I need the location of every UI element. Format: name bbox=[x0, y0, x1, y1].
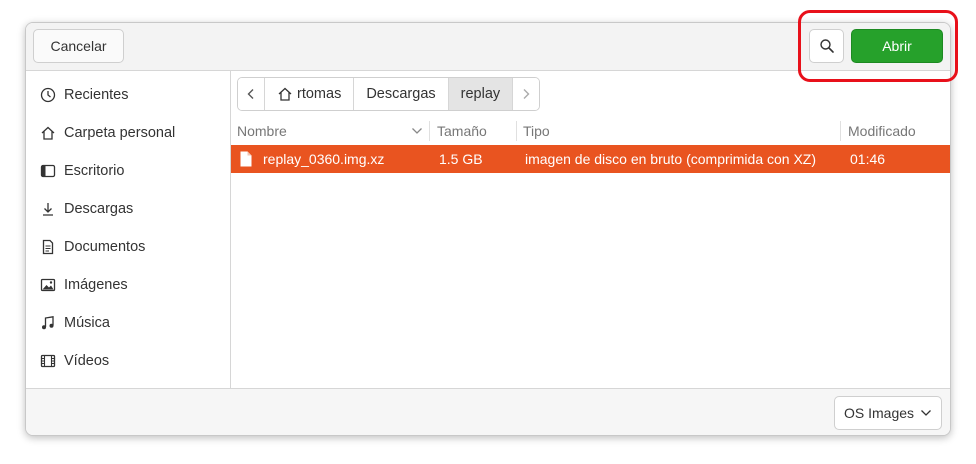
chevron-down-icon bbox=[411, 126, 423, 136]
column-divider bbox=[840, 121, 841, 141]
column-header-label: Modificado bbox=[848, 123, 916, 139]
header-bar: Cancelar Abrir bbox=[26, 23, 950, 71]
file-type: imagen de disco en bruto (comprimida con… bbox=[525, 151, 817, 167]
sidebar-item-label: Carpeta personal bbox=[64, 125, 176, 141]
sidebar-item-recientes[interactable]: Recientes bbox=[26, 76, 230, 114]
desktop-icon bbox=[39, 162, 57, 180]
sidebar-item-carpeta-personal[interactable]: Carpeta personal bbox=[26, 114, 230, 152]
column-header-size[interactable]: Tamaño bbox=[437, 118, 487, 144]
column-headers: Nombre Tamaño Tipo Modificado bbox=[231, 118, 950, 144]
sidebar-item-videos[interactable]: Vídeos bbox=[26, 342, 230, 380]
cancel-button[interactable]: Cancelar bbox=[33, 29, 124, 63]
column-header-label: Tipo bbox=[523, 123, 550, 139]
sidebar-item-label: Imágenes bbox=[64, 277, 128, 293]
home-icon bbox=[39, 124, 57, 142]
home-icon bbox=[277, 86, 293, 102]
music-icon bbox=[39, 314, 57, 332]
sidebar-item-label: Recientes bbox=[64, 87, 129, 103]
file-name: replay_0360.img.xz bbox=[263, 151, 385, 167]
file-modified: 01:46 bbox=[850, 151, 886, 167]
sidebar-item-documentos[interactable]: Documentos bbox=[26, 228, 230, 266]
sidebar-item-label: Documentos bbox=[64, 239, 146, 255]
breadcrumb: rtomas Descargas replay bbox=[237, 77, 541, 111]
image-icon bbox=[39, 276, 57, 294]
download-icon bbox=[39, 200, 57, 218]
column-header-name[interactable]: Nombre bbox=[237, 118, 427, 144]
chevron-right-icon bbox=[521, 88, 531, 100]
search-icon bbox=[819, 38, 835, 54]
filter-label: OS Images bbox=[843, 405, 915, 421]
places-sidebar: Recientes Carpeta personal Escritorio De… bbox=[26, 71, 231, 388]
document-icon bbox=[39, 238, 57, 256]
sidebar-item-escritorio[interactable]: Escritorio bbox=[26, 152, 230, 190]
cancel-button-label: Cancelar bbox=[50, 38, 107, 54]
file-size: 1.5 GB bbox=[439, 151, 483, 167]
sidebar-item-descargas[interactable]: Descargas bbox=[26, 190, 230, 228]
crumb-replay[interactable]: replay bbox=[448, 78, 514, 110]
sidebar-item-label: Música bbox=[64, 315, 110, 331]
search-button[interactable] bbox=[809, 29, 844, 63]
sidebar-item-musica[interactable]: Música bbox=[26, 304, 230, 342]
column-header-label: Tamaño bbox=[437, 123, 487, 139]
sidebar-item-label: Descargas bbox=[64, 201, 134, 217]
clock-icon bbox=[39, 86, 57, 104]
sidebar-item-label: Escritorio bbox=[64, 163, 125, 179]
column-divider bbox=[429, 121, 430, 141]
sidebar-item-label: Vídeos bbox=[64, 353, 110, 369]
file-row[interactable]: replay_0360.img.xz 1.5 GB imagen de disc… bbox=[231, 145, 950, 173]
open-button[interactable]: Abrir bbox=[851, 29, 943, 63]
column-header-type[interactable]: Tipo bbox=[523, 118, 550, 144]
path-back-button[interactable] bbox=[238, 78, 265, 110]
column-header-modified[interactable]: Modificado bbox=[848, 118, 916, 144]
chevron-down-icon bbox=[920, 408, 932, 418]
column-header-label: Nombre bbox=[237, 123, 287, 139]
crumb-label: rtomas bbox=[297, 86, 342, 102]
crumb-home[interactable]: rtomas bbox=[265, 78, 355, 110]
crumb-label: replay bbox=[460, 86, 501, 102]
footer-bar: OS Images bbox=[26, 388, 950, 435]
file-browser: rtomas Descargas replay Nombre Tamaño Ti… bbox=[231, 71, 950, 388]
open-button-label: Abrir bbox=[882, 38, 912, 54]
video-icon bbox=[39, 352, 57, 370]
crumb-label: Descargas bbox=[366, 86, 436, 102]
crumb-descargas[interactable]: Descargas bbox=[354, 78, 449, 110]
column-divider bbox=[516, 121, 517, 141]
sidebar-item-imagenes[interactable]: Imágenes bbox=[26, 266, 230, 304]
file-name-cell: replay_0360.img.xz bbox=[239, 145, 384, 173]
file-chooser-dialog: Cancelar Abrir Recientes Carpeta persona… bbox=[25, 22, 951, 436]
file-filter-dropdown[interactable]: OS Images bbox=[834, 396, 942, 430]
chevron-left-icon bbox=[246, 88, 256, 100]
file-icon bbox=[239, 151, 253, 167]
path-forward-button[interactable] bbox=[513, 78, 540, 110]
